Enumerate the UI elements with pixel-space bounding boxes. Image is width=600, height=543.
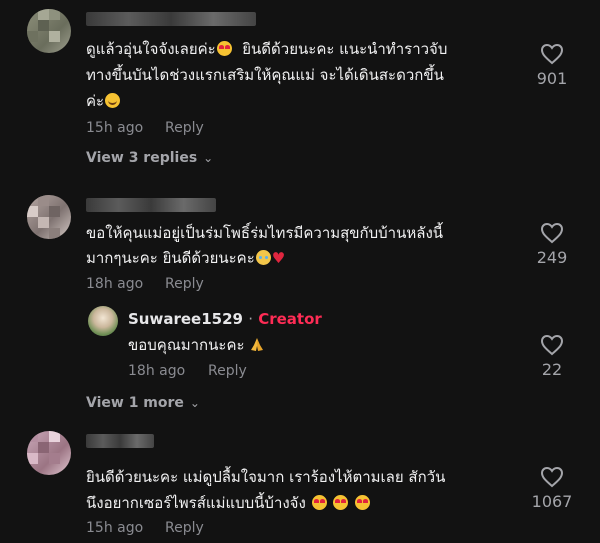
comment-timestamp: 15h ago [86, 520, 144, 536]
smiling-face-with-hearts-icon [333, 495, 349, 510]
red-heart-icon: ♥ [271, 249, 286, 267]
pleading-face-icon [255, 250, 271, 265]
reply-text: ขอบคุณมากนะคะ [128, 333, 265, 358]
folded-hands-icon [251, 338, 264, 351]
reply-button[interactable]: Reply [165, 120, 204, 136]
creator-username-row[interactable]: Suwaree1529 · Creator [128, 310, 322, 328]
commenter-avatar[interactable] [27, 431, 71, 475]
comment-text: ขอให้คุนแม่อยู่เป็นร่มโพธิ์ร่มไทรมีความส… [86, 224, 444, 242]
smiling-face-icon [105, 93, 121, 108]
smiling-face-with-hearts-icon [355, 495, 371, 510]
heart-outline-icon[interactable] [540, 222, 564, 244]
reply-button[interactable]: Reply [208, 363, 247, 379]
comment-text: ยินดีด้วยนะคะ แม่ดูปลื้มใจมาก เราร้องไห้… [86, 468, 446, 486]
creator-badge: Creator [258, 310, 322, 328]
chevron-down-icon: ⌄ [203, 151, 214, 165]
reply-button[interactable]: Reply [165, 520, 204, 536]
chevron-down-icon: ⌄ [189, 396, 200, 410]
comment-timestamp: 15h ago [86, 120, 144, 136]
view-more-replies-button[interactable]: View 1 more ⌄ [86, 395, 200, 411]
comment-text: นึงอยากเซอร์ไพรส์แม่แบบนี้บ้างจัง [86, 491, 371, 516]
heart-outline-icon[interactable] [540, 43, 564, 65]
like-count: 249 [536, 248, 568, 267]
like-count: 901 [536, 69, 568, 88]
comment-text: ดูแล้วอุ่นใจจังเลยค่ะ ยินดีด้วยนะคะ แนะน… [86, 40, 448, 58]
heart-outline-icon[interactable] [540, 334, 564, 356]
smiling-face-with-hearts-icon [216, 41, 232, 56]
like-count: 1067 [531, 492, 573, 511]
comment-text: ค่ะ [86, 89, 121, 114]
smiling-face-with-hearts-icon [311, 495, 327, 510]
commenter-username[interactable] [86, 12, 256, 26]
commenter-avatar[interactable] [27, 9, 71, 53]
view-replies-button[interactable]: View 3 replies ⌄ [86, 150, 213, 166]
commenter-avatar[interactable] [27, 195, 71, 239]
heart-outline-icon[interactable] [540, 466, 564, 488]
reply-button[interactable]: Reply [165, 276, 204, 292]
reply-timestamp: 18h ago [128, 363, 186, 379]
comment-text: มากๆนะคะ ยินดีด้วยนะคะ ♥ [86, 249, 286, 267]
comment-text: ทางขึ้นบันไดช่วงแรกเสริมให้คุณแม่ จะได้เ… [86, 66, 444, 84]
commenter-username[interactable] [86, 434, 154, 448]
like-count: 22 [541, 360, 563, 379]
commenter-username[interactable] [86, 198, 216, 212]
creator-avatar[interactable] [88, 306, 118, 336]
comment-timestamp: 18h ago [86, 276, 144, 292]
